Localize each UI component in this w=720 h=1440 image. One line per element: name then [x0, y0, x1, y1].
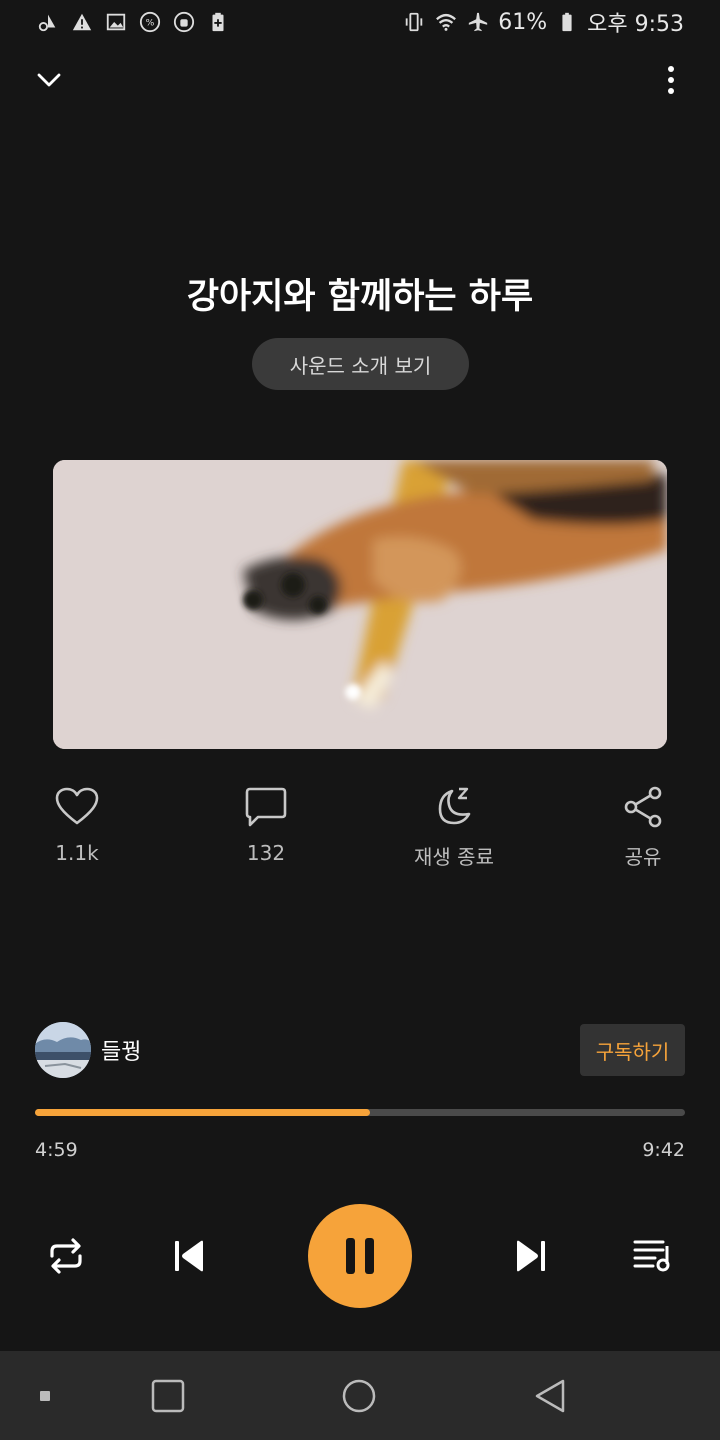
status-right: 61% 오후 9:53	[402, 6, 684, 38]
back-button[interactable]	[525, 1371, 575, 1421]
sleep-timer-label: 재생 종료	[414, 845, 494, 869]
home-icon	[342, 1379, 376, 1413]
share-label: 공유	[624, 845, 662, 869]
channel-info[interactable]: 들꿩	[35, 1022, 141, 1078]
battery-plus-icon	[206, 10, 230, 34]
playlist-button[interactable]	[629, 1232, 677, 1280]
moon-icon	[430, 783, 478, 831]
heart-icon	[53, 783, 101, 831]
airplane-icon	[466, 10, 490, 34]
recents-dot-icon	[40, 1391, 50, 1401]
total-time: 9:42	[642, 1139, 685, 1161]
next-button[interactable]	[507, 1232, 555, 1280]
playback-controls	[0, 1204, 720, 1308]
more-vertical-icon	[668, 66, 674, 94]
current-time: 4:59	[35, 1139, 78, 1161]
channel-name[interactable]: 들꿩	[101, 1034, 141, 1066]
clock: 오후 9:53	[587, 12, 684, 37]
vibrate-icon	[402, 10, 426, 34]
back-icon	[535, 1379, 565, 1413]
track-thumbnail	[53, 460, 667, 749]
skip-next-icon	[517, 1240, 545, 1272]
share-icon	[619, 783, 667, 831]
bike-warning-icon	[36, 10, 60, 34]
comment-icon	[242, 783, 290, 831]
playlist-icon	[633, 1240, 670, 1272]
dog-paws-image	[53, 460, 667, 749]
system-nav-bar	[0, 1351, 720, 1440]
like-button[interactable]: 1.1k	[17, 783, 137, 873]
sleep-timer-button[interactable]: 재생 종료	[394, 783, 514, 873]
image-icon	[104, 10, 128, 34]
chevron-down-icon	[37, 73, 61, 87]
sound-intro-button[interactable]: 사운드 소개 보기	[252, 338, 469, 390]
percent-icon: %	[138, 10, 162, 34]
svg-text:%: %	[146, 18, 155, 29]
pause-button[interactable]	[308, 1204, 412, 1308]
battery-percent: 61%	[498, 9, 548, 35]
battery-icon	[555, 10, 579, 34]
warning-icon	[70, 10, 94, 34]
recent-apps-icon	[151, 1379, 185, 1413]
comment-count: 132	[246, 841, 286, 865]
recent-apps-button[interactable]	[143, 1371, 193, 1421]
share-button[interactable]: 공유	[583, 783, 703, 873]
more-options-button[interactable]	[649, 58, 693, 102]
collapse-button[interactable]	[27, 58, 71, 102]
action-row: 1.1k 132 재생 종료 공유	[0, 783, 720, 873]
previous-button[interactable]	[165, 1232, 213, 1280]
progress-fill	[35, 1109, 370, 1116]
like-count: 1.1k	[55, 841, 99, 865]
progress-bar[interactable]	[35, 1109, 685, 1116]
android-icon	[172, 10, 196, 34]
status-left: %	[36, 10, 230, 34]
avatar[interactable]	[35, 1022, 91, 1078]
channel-row: 들꿩 구독하기	[35, 1022, 685, 1078]
status-bar: % 61% 오후 9:53	[0, 0, 720, 44]
skip-previous-icon	[175, 1240, 203, 1272]
track-title: 강아지와 함께하는 하루	[186, 277, 534, 317]
home-button[interactable]	[334, 1371, 384, 1421]
repeat-icon	[50, 1238, 82, 1274]
pause-icon	[346, 1238, 374, 1274]
subscribe-button[interactable]: 구독하기	[580, 1024, 685, 1076]
comment-button[interactable]: 132	[206, 783, 326, 873]
wifi-icon	[434, 10, 458, 34]
repeat-button[interactable]	[42, 1232, 90, 1280]
recents-dot-button[interactable]	[20, 1371, 70, 1421]
